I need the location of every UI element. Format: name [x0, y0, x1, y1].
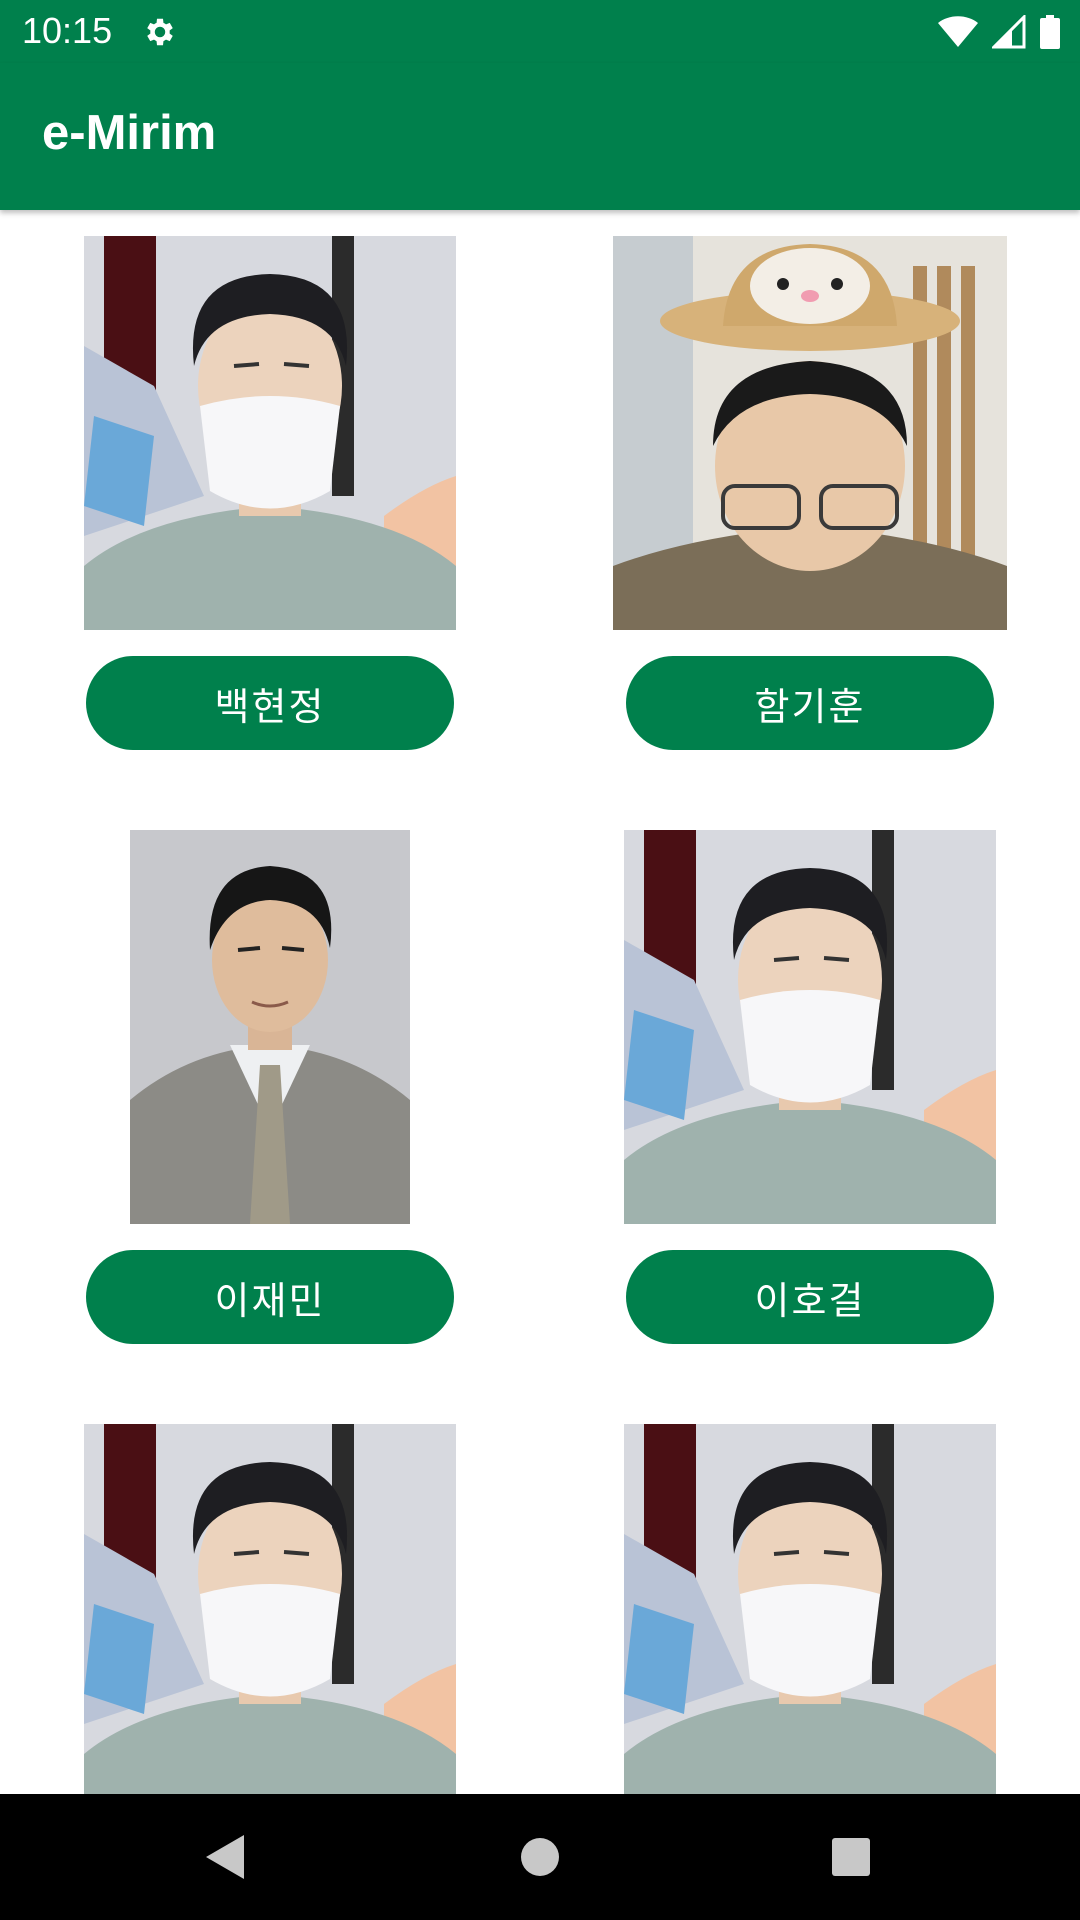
profile-card [0, 1398, 540, 1794]
man-in-suit-portrait [130, 830, 410, 1224]
gear-icon [147, 18, 173, 46]
masked-man-photo [624, 1424, 996, 1794]
name-button[interactable]: 이재민 [86, 1250, 454, 1344]
masked-man-photo [624, 830, 996, 1224]
back-icon [206, 1835, 244, 1879]
status-bar: 10:15 [0, 0, 1080, 63]
recents-button[interactable] [791, 1794, 911, 1920]
name-button[interactable]: 함기훈 [626, 656, 994, 750]
profile-card: 이호걸 [540, 804, 1080, 1398]
status-icons [938, 12, 1060, 52]
profile-card: 이재민 [0, 804, 540, 1398]
masked-man-photo [84, 1424, 456, 1794]
status-time: 10:15 [22, 10, 113, 51]
app-title: e-Mirim [42, 106, 217, 160]
man-in-straw-hat-photo [613, 236, 1007, 630]
profile-card [540, 1398, 1080, 1794]
profile-grid[interactable]: 백현정 함기훈 이재민 이호걸 [0, 210, 1080, 1794]
app-bar: e-Mirim [0, 63, 1080, 210]
wifi-icon [938, 16, 978, 47]
battery-icon [1040, 15, 1060, 49]
navigation-bar [0, 1794, 1080, 1920]
profile-card: 백현정 [0, 210, 540, 804]
recents-icon [832, 1838, 870, 1876]
home-button[interactable] [480, 1794, 600, 1920]
back-button[interactable] [166, 1794, 286, 1920]
signal-icon [992, 15, 1026, 49]
home-icon [521, 1838, 559, 1876]
name-button[interactable]: 백현정 [86, 656, 454, 750]
name-button[interactable]: 이호걸 [626, 1250, 994, 1344]
masked-man-photo [84, 236, 456, 630]
profile-card: 함기훈 [540, 210, 1080, 804]
